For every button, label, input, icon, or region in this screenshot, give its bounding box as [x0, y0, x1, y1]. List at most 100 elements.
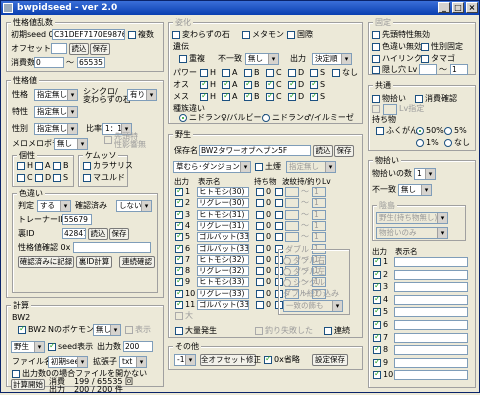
- mellow-select[interactable]: 無し: [54, 138, 88, 150]
- power-a-checkbox[interactable]: [222, 69, 230, 77]
- egg-checkbox[interactable]: [421, 55, 429, 63]
- wild-row-name-input[interactable]: ゴルバット(33): [197, 232, 249, 243]
- wild-row-output-checkbox[interactable]: [175, 209, 183, 219]
- wild-row-lv-to[interactable]: 1: [312, 209, 326, 220]
- no-open-checkbox[interactable]: [12, 370, 20, 378]
- kokusai-checkbox[interactable]: [287, 31, 295, 39]
- metamon-checkbox[interactable]: [242, 31, 250, 39]
- wild-row-output-checkbox[interactable]: [175, 243, 183, 253]
- wild-row-name-input[interactable]: リグレー(31): [197, 220, 249, 231]
- pickup-row-name-input[interactable]: [394, 282, 468, 293]
- lv-specify-input[interactable]: [383, 104, 397, 115]
- iv-b-checkbox[interactable]: [53, 162, 61, 170]
- power-s-checkbox[interactable]: [310, 69, 318, 77]
- pickup-count-select[interactable]: 1: [414, 168, 436, 180]
- power-d-checkbox[interactable]: [288, 69, 296, 77]
- wild-row-wave-checkbox[interactable]: [275, 199, 283, 208]
- wild-row-hold-checkbox[interactable]: [256, 301, 264, 309]
- wild-row-output-checkbox[interactable]: [175, 265, 183, 276]
- fixed-lv-to-input[interactable]: 1: [450, 64, 468, 75]
- hold-5-radio[interactable]: [444, 127, 452, 135]
- wild-row-lv-to[interactable]: 1: [312, 232, 326, 243]
- wild-row-lv-to[interactable]: 1: [312, 187, 326, 197]
- wild-row-hold-checkbox[interactable]: [256, 188, 264, 196]
- osu-c-checkbox[interactable]: [266, 79, 274, 89]
- pickup-row-output-checkbox[interactable]: [373, 332, 381, 342]
- extension-select[interactable]: txt: [119, 356, 147, 368]
- pickup-row-output-checkbox[interactable]: [373, 269, 381, 279]
- wild-row-name-input[interactable]: ゴルバット(33): [197, 300, 249, 310]
- wild-row-output-checkbox[interactable]: [175, 186, 183, 196]
- wild-row-wave-checkbox[interactable]: [275, 210, 283, 219]
- wild-row-lv-from[interactable]: [285, 187, 299, 197]
- hold-none-radio[interactable]: [444, 139, 452, 147]
- wild-row-hold-checkbox[interactable]: [256, 278, 264, 287]
- calc-area-select[interactable]: 野生: [11, 341, 45, 353]
- continuous-checkbox[interactable]: [324, 327, 332, 335]
- kemusso-2-checkbox[interactable]: [83, 174, 91, 182]
- double-left-radio[interactable]: [283, 268, 291, 276]
- fishing-fail-checkbox[interactable]: [255, 327, 263, 335]
- hold-1-radio[interactable]: [416, 139, 424, 147]
- close-button[interactable]: ×: [466, 2, 478, 13]
- shiny-judge-select[interactable]: する: [37, 200, 71, 212]
- earth-select[interactable]: 指定無し: [286, 161, 336, 173]
- shiny-confirm-select[interactable]: しない: [116, 200, 152, 212]
- secret-id-input[interactable]: 42847: [62, 228, 86, 239]
- wild-row-name-input[interactable]: ヒトモシ(33): [197, 277, 249, 288]
- hold-50-radio[interactable]: [416, 127, 424, 135]
- single-radio[interactable]: [283, 279, 291, 287]
- pid-check-input[interactable]: [73, 242, 151, 253]
- wild-row-hold-checkbox[interactable]: [256, 267, 264, 276]
- hint-select-2[interactable]: 物拾いのみ: [376, 227, 448, 239]
- power-b-checkbox[interactable]: [244, 69, 252, 77]
- wild-row-output-checkbox[interactable]: [175, 220, 183, 230]
- hairink-checkbox[interactable]: [372, 55, 380, 63]
- juufuku-checkbox[interactable]: [179, 55, 187, 63]
- wild-row-name-input[interactable]: ゴルバット(33): [197, 243, 249, 254]
- multiple-checkbox[interactable]: [128, 31, 136, 39]
- pickup-row-output-checkbox[interactable]: [373, 319, 381, 329]
- mesu-b-checkbox[interactable]: [244, 91, 252, 101]
- osu-a-checkbox[interactable]: [222, 79, 230, 89]
- osu-s-checkbox[interactable]: [310, 79, 318, 89]
- wild-row-hold-checkbox[interactable]: [256, 255, 264, 264]
- fixed-ability-checkbox[interactable]: [104, 136, 112, 144]
- pickup-row-name-input[interactable]: [394, 257, 468, 267]
- double-filter-select[interactable]: 一致の飾も: [283, 300, 343, 312]
- power-c-checkbox[interactable]: [266, 69, 274, 77]
- trainer-load-button[interactable]: 読込: [88, 228, 108, 240]
- wild-row-hold-checkbox[interactable]: [256, 221, 264, 230]
- pickup-row-output-checkbox[interactable]: [373, 369, 381, 380]
- pickup-row-name-input[interactable]: [394, 345, 468, 356]
- kawarazu-checkbox[interactable]: [172, 31, 180, 39]
- pickup-row-name-input[interactable]: [394, 370, 468, 381]
- earth-checkbox[interactable]: [255, 163, 263, 171]
- wild-row-lv-from[interactable]: [285, 232, 299, 243]
- initial-seed-input[interactable]: C31DEF7170E9876: [52, 29, 125, 40]
- gender-fixed-checkbox[interactable]: [421, 43, 429, 51]
- wild-row-output-checkbox[interactable]: [175, 276, 183, 287]
- wild-row-lv-to[interactable]: 1: [312, 198, 326, 209]
- mesu-c-checkbox[interactable]: [266, 91, 274, 101]
- pickup-row-name-input[interactable]: [394, 332, 468, 343]
- other-offset-select[interactable]: -1: [174, 354, 196, 366]
- nidoran-male-radio[interactable]: [262, 114, 270, 122]
- minimize-button[interactable]: _: [438, 2, 450, 13]
- wild-row-name-input[interactable]: リグレー(33): [197, 288, 249, 299]
- wild-row-name-input[interactable]: ヒトモシ(31): [197, 209, 249, 220]
- wild-row-name-input[interactable]: ヒトモシ(32): [197, 254, 249, 265]
- pickup-row-output-checkbox[interactable]: [373, 281, 381, 292]
- n-pokemon-select[interactable]: 無し: [93, 324, 121, 336]
- inherit-fuitchi-select[interactable]: 無し: [245, 53, 279, 65]
- wild-row-output-checkbox[interactable]: [175, 231, 183, 242]
- item-checkbox[interactable]: [372, 95, 380, 103]
- iv-c-checkbox[interactable]: [17, 174, 25, 182]
- osu-d-checkbox[interactable]: [288, 79, 296, 89]
- maximize-button[interactable]: □: [452, 2, 464, 13]
- wild-row-output-checkbox[interactable]: [175, 299, 183, 309]
- shiny-off-checkbox[interactable]: [372, 43, 380, 51]
- seed-load-button[interactable]: 読込: [69, 43, 89, 55]
- wild-save-button[interactable]: 保存: [334, 145, 354, 157]
- wild-row-output-checkbox[interactable]: [175, 197, 183, 208]
